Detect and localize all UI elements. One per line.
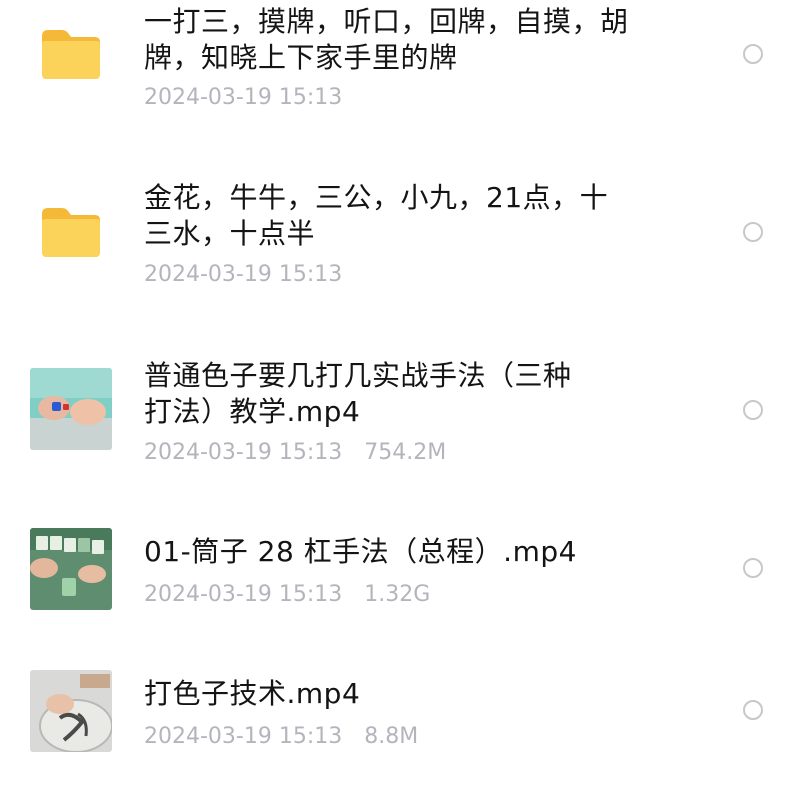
file-name: 打色子技术.mp4	[144, 676, 644, 712]
file-size: 8.8M	[364, 724, 419, 749]
video-thumbnail	[30, 670, 112, 752]
file-date: 2024-03-19 15:13	[144, 724, 343, 749]
file-name-line: 打色子技术.mp4	[144, 677, 361, 710]
select-radio[interactable]	[743, 700, 763, 720]
file-list: 一打三，摸牌，听口，回牌，自摸，胡 牌，知晓上下家手里的牌 2024-03-19…	[0, 0, 800, 800]
list-item-video[interactable]: 打色子技术.mp4 2024-03-19 15:13 8.8M	[0, 0, 800, 770]
file-meta: 2024-03-19 15:13 8.8M	[144, 723, 418, 751]
